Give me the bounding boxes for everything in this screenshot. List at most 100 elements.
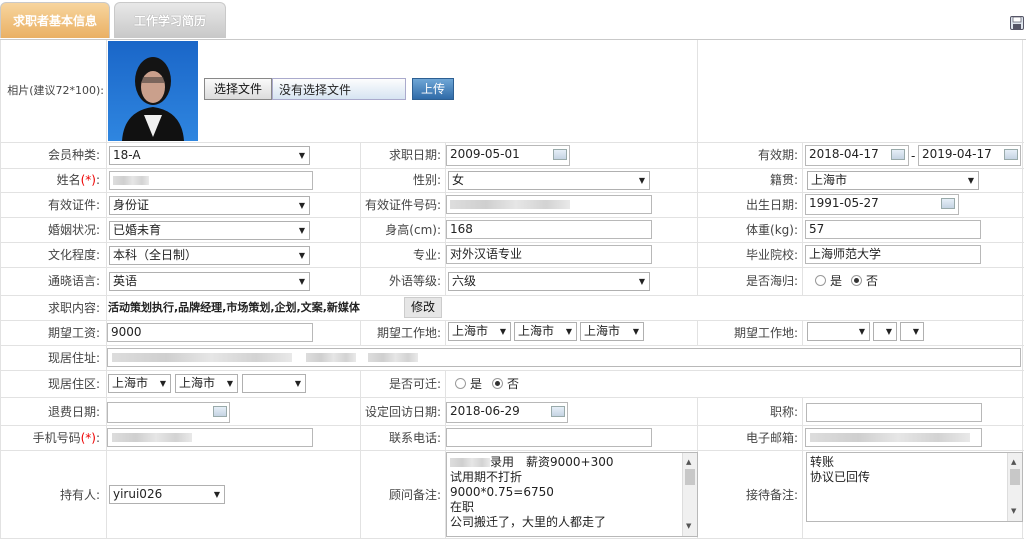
applicant-photo — [108, 41, 198, 141]
tab-work-study-resume[interactable]: 工作学习简历 — [114, 2, 226, 38]
expected2-province-select[interactable]: ▼ — [807, 322, 870, 341]
language-label: 通晓语言: — [47, 274, 100, 288]
mobile-redacted — [112, 433, 192, 442]
revisit-date-input[interactable]: 2018-06-29 — [446, 402, 568, 423]
returnee-yes-label: 是 — [830, 274, 843, 288]
refund-date-input[interactable] — [107, 402, 230, 423]
email-label: 电子邮箱: — [745, 431, 798, 445]
save-icon[interactable] — [1010, 16, 1024, 30]
consultant-notes-line: 在职 — [450, 500, 475, 514]
consultant-notes-line: 公司搬迁了，大里的人都走了 — [450, 515, 607, 529]
apply-date-label: 求职日期: — [388, 148, 441, 162]
job-title-input[interactable] — [806, 403, 982, 422]
consultant-notes-label: 顾问备注: — [388, 488, 441, 502]
language-select[interactable]: 英语 ▼ — [109, 272, 310, 291]
gender-select[interactable]: 女 ▼ — [448, 171, 650, 190]
education-label: 文化程度: — [47, 248, 100, 262]
photo-label: 相片(建议72*100): — [7, 84, 104, 97]
district-area-select[interactable]: ▼ — [242, 374, 306, 393]
returnee-yes-radio[interactable] — [815, 275, 826, 286]
foreign-level-select[interactable]: 六级 ▼ — [448, 272, 650, 291]
reception-notes-line: 协议已回传 — [810, 470, 871, 484]
calendar-icon[interactable] — [1004, 149, 1018, 160]
upload-button[interactable]: 上传 — [412, 78, 454, 100]
returnee-label: 是否海归: — [745, 274, 798, 288]
phone-input[interactable] — [446, 428, 652, 447]
calendar-icon[interactable] — [553, 149, 567, 160]
email-redacted — [810, 433, 970, 442]
name-redacted — [113, 176, 149, 185]
address-redacted — [112, 353, 292, 362]
job-title-label: 职称: — [769, 405, 798, 419]
holder-select[interactable]: yirui026 ▼ — [109, 485, 225, 504]
member-type-select[interactable]: 18-A ▼ — [109, 146, 310, 165]
redacted-name — [450, 458, 490, 467]
major-label: 专业: — [412, 248, 441, 262]
relocate-no-label: 否 — [507, 377, 520, 391]
school-label: 毕业院校: — [745, 248, 798, 262]
expected-location-label: 期望工作地: — [376, 326, 441, 340]
district-label: 现居住区: — [47, 377, 100, 391]
id-type-select[interactable]: 身份证 ▼ — [109, 196, 310, 215]
no-file-text: 没有选择文件 — [272, 78, 406, 100]
consultant-notes-line: 录用 薪资9000+300 — [490, 455, 614, 469]
native-place-select[interactable]: 上海市 ▼ — [807, 171, 979, 190]
tab-bar: 求职者基本信息 工作学习简历 — [0, 0, 1026, 40]
relocate-no-radio[interactable] — [492, 378, 503, 389]
school-input[interactable]: 上海师范大学 — [805, 245, 981, 264]
marital-select[interactable]: 已婚未育 ▼ — [109, 221, 310, 240]
consultant-notes-textarea[interactable]: 录用 薪资9000+300 试用期不打折 9000*0.75=6750 在职 公… — [446, 452, 698, 537]
name-label: 姓名(*): — [56, 173, 100, 187]
consultant-notes-line: 9000*0.75=6750 — [450, 485, 554, 499]
reception-notes-textarea[interactable]: 转账 协议已回传 ▲ ▼ — [806, 452, 1023, 522]
returnee-no-radio[interactable] — [851, 275, 862, 286]
relocate-label: 是否可迁: — [388, 377, 441, 391]
reception-notes-scrollbar[interactable]: ▲ ▼ — [1007, 453, 1022, 521]
phone-label: 联系电话: — [388, 431, 441, 445]
marital-label: 婚姻状况: — [47, 223, 100, 237]
weight-input[interactable]: 57 — [805, 220, 981, 239]
reception-notes-label: 接待备注: — [745, 488, 798, 502]
returnee-no-label: 否 — [866, 274, 879, 288]
apply-date-input[interactable]: 2009-05-01 — [446, 145, 570, 166]
expected-salary-input[interactable]: 9000 — [107, 323, 313, 342]
choose-file-button[interactable]: 选择文件 — [204, 78, 272, 100]
education-select[interactable]: 本科（全日制） ▼ — [109, 246, 310, 265]
consultant-notes-line: 试用期不打折 — [450, 470, 523, 484]
job-content-value: 活动策划执行,品牌经理,市场策划,企划,文案,新媒体 — [108, 301, 360, 314]
expected-city-select[interactable]: 上海市 ▼ — [514, 322, 577, 341]
relocate-yes-radio[interactable] — [455, 378, 466, 389]
holder-label: 持有人: — [59, 488, 100, 502]
birth-date-input[interactable]: 1991-05-27 — [805, 194, 959, 215]
weight-label: 体重(kg): — [746, 223, 798, 237]
address-label: 现居住址: — [47, 351, 100, 365]
address-redacted — [306, 353, 356, 362]
calendar-icon[interactable] — [551, 406, 565, 417]
expected-province-select[interactable]: 上海市 ▼ — [448, 322, 511, 341]
calendar-icon[interactable] — [891, 149, 905, 160]
calendar-icon[interactable] — [213, 406, 227, 417]
expected2-city-select[interactable]: ▼ — [873, 322, 897, 341]
expected-salary-label: 期望工资: — [47, 326, 100, 340]
height-input[interactable]: 168 — [446, 220, 652, 239]
reception-notes-line: 转账 — [810, 455, 835, 469]
expected-district-select[interactable]: 上海市 ▼ — [580, 322, 644, 341]
valid-period-label: 有效期: — [757, 148, 798, 162]
birth-date-label: 出生日期: — [745, 198, 798, 212]
calendar-icon[interactable] — [941, 198, 955, 209]
id-type-label: 有效证件: — [47, 198, 100, 212]
district-province-select[interactable]: 上海市 ▼ — [108, 374, 171, 393]
id-number-label: 有效证件号码: — [364, 198, 441, 212]
edit-job-content-button[interactable]: 修改 — [404, 297, 442, 318]
job-content-label: 求职内容: — [47, 301, 100, 315]
consultant-notes-scrollbar[interactable]: ▲ ▼ — [682, 453, 697, 536]
expected2-district-select[interactable]: ▼ — [900, 322, 924, 341]
district-city-select[interactable]: 上海市 ▼ — [175, 374, 238, 393]
revisit-date-label: 设定回访日期: — [364, 405, 441, 419]
gender-label: 性别: — [412, 173, 441, 187]
native-place-label: 籍贯: — [769, 173, 798, 187]
major-input[interactable]: 对外汉语专业 — [446, 245, 652, 264]
tab-basic-info[interactable]: 求职者基本信息 — [0, 2, 110, 38]
height-label: 身高(cm): — [385, 223, 441, 237]
relocate-yes-label: 是 — [470, 377, 483, 391]
